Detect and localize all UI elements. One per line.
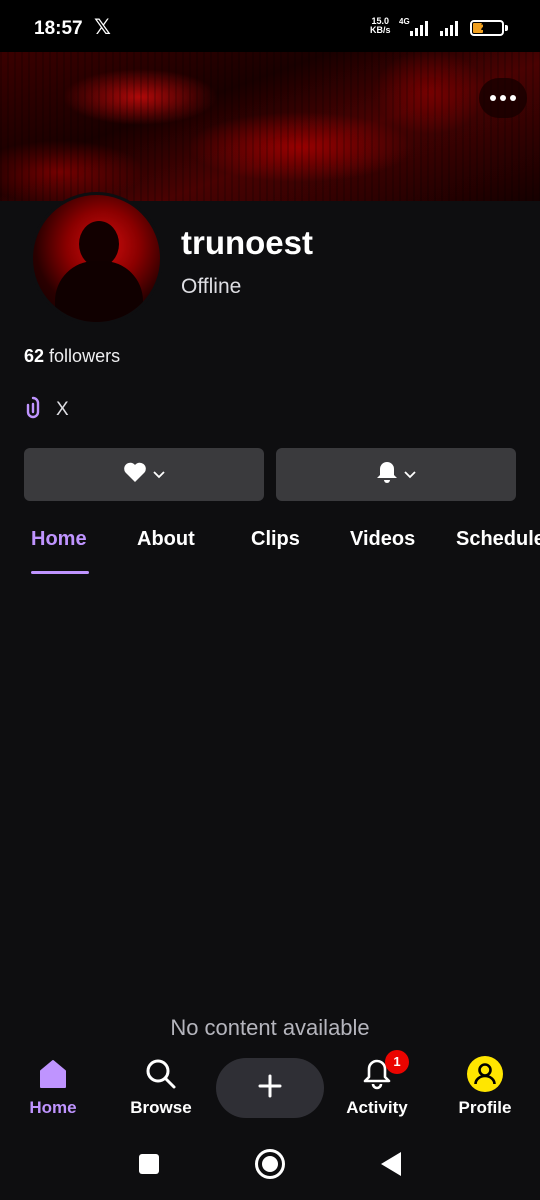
network-type: 4G [399,17,410,26]
status-bar: 18:57 𝕏 15.0 KB/s 4G 23 [0,0,540,52]
follow-button[interactable] [24,448,264,501]
nav-activity-label: Activity [346,1098,408,1117]
profile-icon [467,1055,503,1097]
active-tab-indicator [31,571,89,574]
plus-icon [258,1074,282,1103]
battery-level: 23 [480,21,494,33]
heart-icon [123,461,147,488]
back-icon[interactable] [381,1152,401,1176]
chevron-down-icon [404,466,416,484]
recent-apps-icon[interactable] [139,1154,159,1174]
nav-activity[interactable]: 1 Activity [327,1050,427,1118]
notifications-button[interactable] [276,448,516,501]
more-options-button[interactable] [479,78,527,118]
social-link-x[interactable]: X [24,396,69,424]
followers-number: 62 [24,346,45,366]
signal-icon-2 [440,20,462,36]
search-icon [145,1058,177,1095]
nav-home[interactable]: Home [3,1056,103,1118]
home-icon [37,1058,69,1095]
bell-icon [376,460,398,489]
nav-home-label: Home [29,1098,77,1117]
nav-profile[interactable]: Profile [435,1055,535,1118]
channel-status: Offline [181,275,242,298]
status-time: 18:57 [34,18,83,39]
tab-about[interactable]: About [137,528,195,551]
tab-home[interactable]: Home [31,528,87,551]
tab-clips[interactable]: Clips [251,528,300,551]
network-speed: 15.0 KB/s [370,17,391,35]
chevron-down-icon [153,466,165,484]
avatar[interactable] [30,192,163,325]
nav-browse[interactable]: Browse [111,1056,211,1118]
tab-schedule[interactable]: Schedule [456,528,540,551]
empty-state-message: No content available [170,1015,370,1040]
tab-videos[interactable]: Videos [350,528,415,551]
network-speed-unit: KB/s [370,25,391,35]
action-buttons [24,448,516,501]
nav-browse-label: Browse [130,1098,192,1117]
create-button[interactable] [216,1058,324,1118]
system-navigation-bar [0,1128,540,1200]
channel-username: trunoest [181,224,313,261]
bottom-navigation: Home Browse 1 Activity Profile [0,1048,540,1128]
social-link-label: X [56,399,69,420]
followers-label: followers [49,346,121,366]
x-logo-icon: 𝕏 [94,16,111,39]
notification-badge: 1 [385,1050,409,1074]
channel-tabs: Home About Clips Videos Schedule [0,522,540,576]
channel-banner [0,52,540,201]
nav-profile-label: Profile [458,1098,512,1117]
signal-icon [410,20,432,36]
link-icon [24,395,42,426]
channel-screen: 18:57 𝕏 15.0 KB/s 4G 23 trunoest Offline… [0,0,540,1200]
battery-icon: 23 [470,20,504,36]
home-circle-icon[interactable] [255,1149,285,1179]
followers-count: 62 followers [24,346,120,367]
